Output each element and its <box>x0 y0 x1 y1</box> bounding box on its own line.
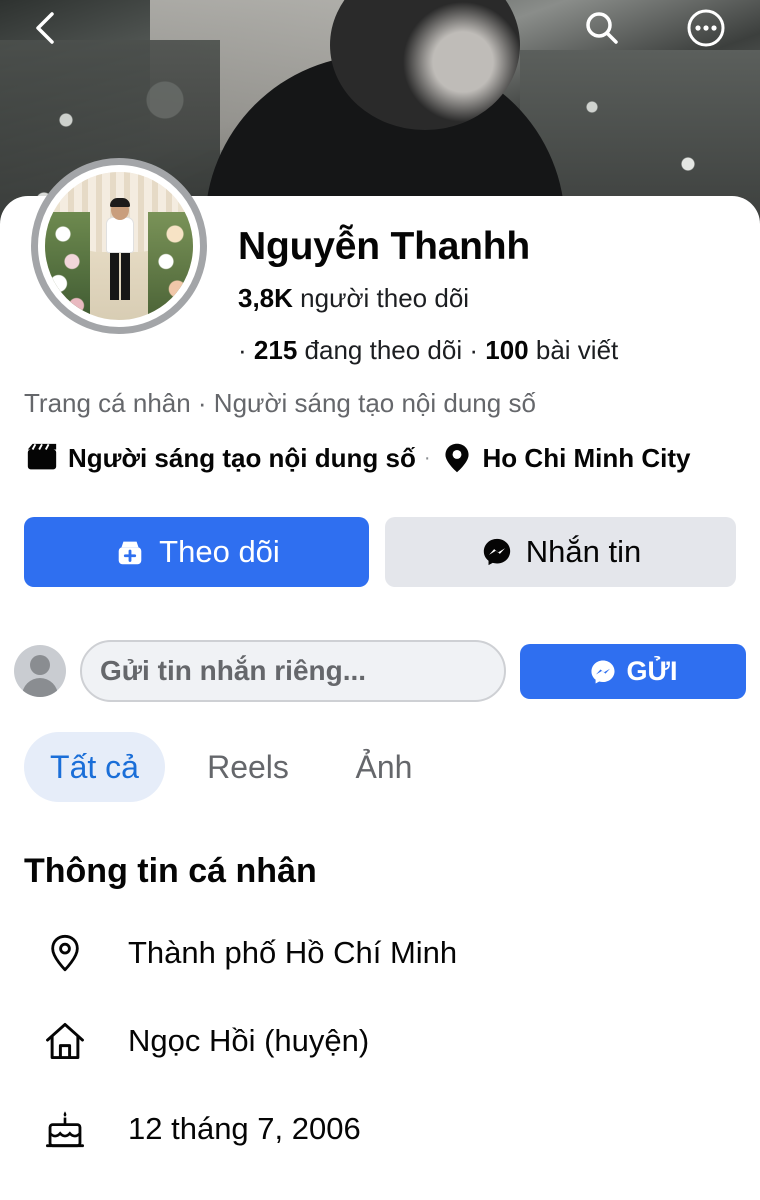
tab-reels[interactable]: Reels <box>195 732 301 802</box>
follow-label: Theo dõi <box>159 534 280 569</box>
more-options-button[interactable] <box>682 4 730 52</box>
profile-location[interactable]: Ho Chi Minh City <box>483 443 691 474</box>
creator-category: Người sáng tạo nội dung số <box>68 442 416 473</box>
info-row-current-city: Thành phố Hồ Chí Minh <box>40 928 457 978</box>
avatar-head-silhouette <box>30 655 50 675</box>
separator-dot: · <box>238 335 247 365</box>
birthday-text: 12 tháng 7, 2006 <box>128 1111 361 1146</box>
location-pin-icon <box>40 928 90 978</box>
profile-subtitle: Trang cá nhân · Người sáng tạo nội dung … <box>24 388 536 418</box>
avatar-flowers-right <box>148 212 193 320</box>
hometown-text: Ngọc Hồi (huyện) <box>128 1023 370 1058</box>
info-row-hometown: Ngọc Hồi (huyện) <box>40 1016 369 1066</box>
followers-count: 3,8K <box>238 283 293 313</box>
follow-icon <box>113 535 147 569</box>
posts-label: bài viết <box>535 335 619 365</box>
profile-meta-row: Người sáng tạo nội dung số · Ho Chi Minh… <box>24 440 691 476</box>
separator-dot: · <box>423 446 431 469</box>
avatar-photo <box>45 172 193 320</box>
profile-name: Nguyễn Thanhh <box>238 225 531 268</box>
followers-label: người theo dõi <box>300 283 470 313</box>
avatar-person-hair <box>110 198 130 207</box>
send-button[interactable]: GỬI <box>520 644 746 699</box>
message-button[interactable]: Nhắn tin <box>385 517 736 587</box>
tab-photos[interactable]: Ảnh <box>340 732 428 802</box>
tab-all[interactable]: Tất cả <box>24 732 165 802</box>
followers-stat[interactable]: 3,8K người theo dõi <box>238 283 469 314</box>
avatar-person-shirt <box>107 218 133 252</box>
profile-avatar[interactable] <box>31 158 207 334</box>
private-message-placeholder: Gửi tin nhắn riêng... <box>100 655 367 686</box>
search-button[interactable] <box>578 4 626 52</box>
avatar-body-silhouette <box>22 678 58 697</box>
more-dots-icon <box>687 9 725 47</box>
info-row-birthday: 12 tháng 7, 2006 <box>40 1104 361 1154</box>
current-city-text: Thành phố Hồ Chí Minh <box>128 935 458 970</box>
search-icon <box>586 12 618 44</box>
viewer-avatar <box>14 645 66 697</box>
following-count[interactable]: 215 <box>254 335 297 365</box>
posts-count: 100 <box>485 335 529 365</box>
clapperboard-icon <box>24 440 60 476</box>
follow-button[interactable]: Theo dõi <box>24 517 369 587</box>
private-message-input[interactable]: Gửi tin nhắn riêng... <box>80 640 506 702</box>
message-label: Nhắn tin <box>525 534 642 569</box>
messenger-icon <box>480 535 514 569</box>
home-icon <box>40 1016 90 1066</box>
about-section-title: Thông tin cá nhân <box>24 852 317 890</box>
send-label: GỬI <box>626 656 678 686</box>
messenger-icon <box>589 658 617 686</box>
following-label[interactable]: đang theo dõi <box>305 335 463 365</box>
birthday-cake-icon <box>40 1104 90 1154</box>
following-posts-stats: · 215 đang theo dõi · 100 bài viết <box>238 335 618 366</box>
separator-dot: · <box>469 335 479 365</box>
avatar-flowers-left <box>45 212 90 320</box>
location-pin-icon <box>439 440 475 476</box>
back-arrow-icon <box>36 12 54 44</box>
avatar-person-legs <box>110 252 130 300</box>
back-button[interactable] <box>22 4 70 52</box>
